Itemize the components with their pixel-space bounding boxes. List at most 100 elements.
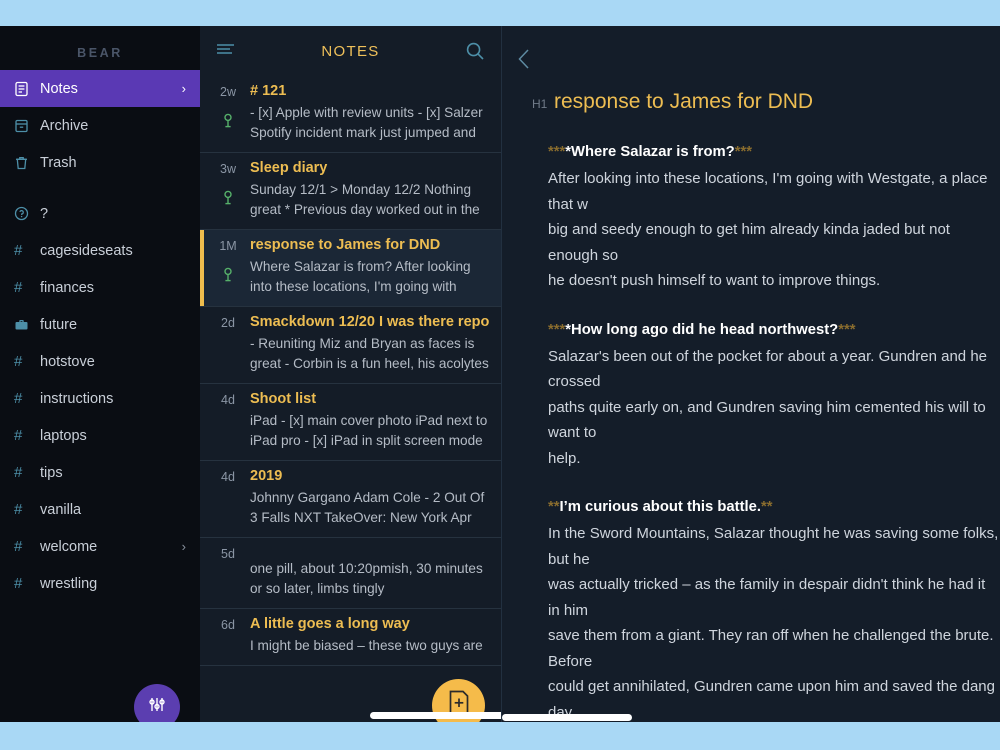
sidebar-item-hotstove[interactable]: # hotstove: [0, 343, 200, 380]
note-gutter: 5d: [208, 545, 248, 599]
sidebar-item-instructions[interactable]: # instructions: [0, 380, 200, 417]
hash-icon: #: [14, 242, 23, 259]
sidebar-item-wrestling[interactable]: # wrestling: [0, 565, 200, 602]
editor-heading-text: *Where Salazar is from?: [565, 144, 735, 160]
note-age: 6d: [221, 618, 235, 632]
editor-paragraph: Salazar's been out of the pocket for abo…: [548, 347, 987, 467]
sidebar-item-label: vanilla: [40, 501, 82, 518]
sidebar-item-archive[interactable]: Archive: [0, 107, 200, 144]
editor-note-title[interactable]: response to James for DND: [554, 90, 813, 114]
note-snippet: one pill, about 10:20pmish, 30 minutes o…: [250, 561, 483, 596]
note-age: 4d: [221, 393, 235, 407]
hash-icon: #: [14, 353, 23, 370]
list-item[interactable]: 6d A little goes a long way I might be b…: [200, 609, 501, 666]
editor-heading: ****Where Salazar is from?***: [548, 140, 1000, 164]
list-item[interactable]: 4d 2019 Johnny Gargano Adam Cole - 2 Out…: [200, 461, 501, 538]
note-body: Sleep diary Sunday 12/1 > Monday 12/2 No…: [248, 160, 489, 220]
hash-icon: #: [14, 464, 23, 481]
list-item-selected[interactable]: 1M response to James for DND Where Salaz…: [200, 230, 501, 307]
hash-icon: #: [14, 279, 23, 296]
back-chevron-icon[interactable]: [516, 46, 533, 77]
sidebar-item-label: tips: [40, 464, 63, 481]
settings-fab-button[interactable]: [134, 684, 180, 722]
sidebar-item-label: Trash: [40, 154, 77, 171]
note-body: 2019 Johnny Gargano Adam Cole - 2 Out Of…: [248, 468, 489, 528]
note-gutter: 2w: [208, 83, 248, 143]
sidebar-item-future[interactable]: future: [0, 306, 200, 343]
briefcase-icon: [14, 318, 40, 332]
hash-icon: #: [14, 501, 23, 518]
sidebar-divider-gap: [0, 181, 200, 195]
note-title: Sleep diary: [250, 160, 328, 176]
markdown-marker: ***: [734, 144, 752, 160]
note-list-header: NOTES: [200, 26, 501, 76]
list-item[interactable]: 2d Smackdown 12/20 I was there report - …: [200, 307, 501, 384]
list-item[interactable]: 2w # 121 - [x] Apple with review units -…: [200, 76, 501, 153]
note-age: 2d: [221, 316, 235, 330]
sidebar-item-notes[interactable]: Notes ›: [0, 70, 200, 107]
sidebar-item-finances[interactable]: # finances: [0, 269, 200, 306]
sidebar-item-label: welcome: [40, 538, 98, 555]
note-gutter: 2d: [208, 314, 248, 374]
editor-horizontal-scrollbar[interactable]: [502, 714, 632, 721]
archive-icon: [14, 118, 40, 134]
note-list-horizontal-scrollbar[interactable]: [370, 712, 501, 719]
app-window: BEAR Notes › Archive Trash ? # cagesides…: [0, 0, 1000, 750]
editor-heading: ****How long ago did he head northwest?*…: [548, 318, 1000, 342]
markdown-marker: ***: [838, 321, 856, 338]
note-snippet: - Reuniting Miz and Bryan as faces is gr…: [250, 336, 489, 371]
editor-heading-text: I’m curious about this battle.: [559, 499, 761, 515]
note-title: A little goes a long way: [250, 616, 410, 632]
search-icon[interactable]: [465, 41, 485, 61]
note-title: # 121: [250, 83, 287, 99]
sidebar-item-label: future: [40, 316, 78, 333]
sidebar: BEAR Notes › Archive Trash ? # cagesides…: [0, 26, 200, 722]
sidebar-item-tips[interactable]: # tips: [0, 454, 200, 491]
note-age: 1M: [219, 239, 237, 253]
sidebar-item-welcome[interactable]: # welcome ›: [0, 528, 200, 565]
list-item[interactable]: 4d Shoot list iPad - [x] main cover phot…: [200, 384, 501, 461]
sidebar-item-laptops[interactable]: # laptops: [0, 417, 200, 454]
sidebar-item-cagesideseats[interactable]: # cagesideseats: [0, 232, 200, 269]
chevron-right-icon: ›: [181, 81, 186, 96]
sidebar-item-vanilla[interactable]: # vanilla: [0, 491, 200, 528]
sliders-icon: [146, 694, 168, 721]
editor-heading: **I’m curious about this battle.**: [548, 495, 1000, 519]
note-body: one pill, about 10:20pmish, 30 minutes o…: [248, 545, 489, 599]
app-content: BEAR Notes › Archive Trash ? # cagesides…: [0, 26, 1000, 722]
note-gutter: 4d: [208, 391, 248, 451]
sidebar-item-label: hotstove: [40, 353, 95, 370]
sidebar-item-help[interactable]: ?: [0, 195, 200, 232]
note-body: # 121 - [x] Apple with review units - [x…: [248, 83, 489, 143]
markdown-marker: ***: [548, 321, 566, 338]
note-snippet: Where Salazar is from? After looking int…: [250, 259, 471, 294]
pin-icon: [208, 267, 248, 283]
note-editor-panel: H1 response to James for DND ****Where S…: [502, 26, 1000, 722]
note-title: 2019: [250, 468, 283, 484]
top-chrome-band: [0, 0, 1000, 26]
list-item[interactable]: 5d one pill, about 10:20pmish, 30 minute…: [200, 538, 501, 609]
note-snippet: I might be biased – these two guys are: [250, 638, 483, 653]
trash-icon: [14, 155, 40, 171]
markdown-marker: **: [548, 499, 560, 515]
note-list-title: NOTES: [321, 42, 380, 60]
help-icon: [14, 206, 40, 221]
note-list-panel: NOTES 2w # 121 - [x] Apple with review u…: [200, 26, 502, 722]
hash-icon: #: [14, 538, 23, 555]
note-title: Shoot list: [250, 391, 317, 407]
sidebar-item-label: wrestling: [40, 575, 98, 592]
note-gutter: 3w: [208, 160, 248, 220]
editor-document[interactable]: ****Where Salazar is from?*** After look…: [502, 114, 1000, 722]
editor-heading-text: *How long ago did he head northwest?: [565, 321, 839, 338]
note-gutter: 6d: [208, 616, 248, 656]
note-age: 4d: [221, 470, 235, 484]
sidebar-item-trash[interactable]: Trash: [0, 144, 200, 181]
list-item[interactable]: 3w Sleep diary Sunday 12/1 > Monday 12/2…: [200, 153, 501, 230]
note-snippet: Johnny Gargano Adam Cole - 2 Out Of 3 Fa…: [250, 490, 485, 525]
hamburger-icon[interactable]: [216, 42, 242, 61]
hash-icon: #: [14, 427, 23, 444]
note-age: 2w: [220, 85, 236, 99]
sidebar-item-label: ?: [40, 205, 49, 222]
hash-icon: #: [14, 575, 23, 592]
note-body: A little goes a long way I might be bias…: [248, 616, 489, 656]
